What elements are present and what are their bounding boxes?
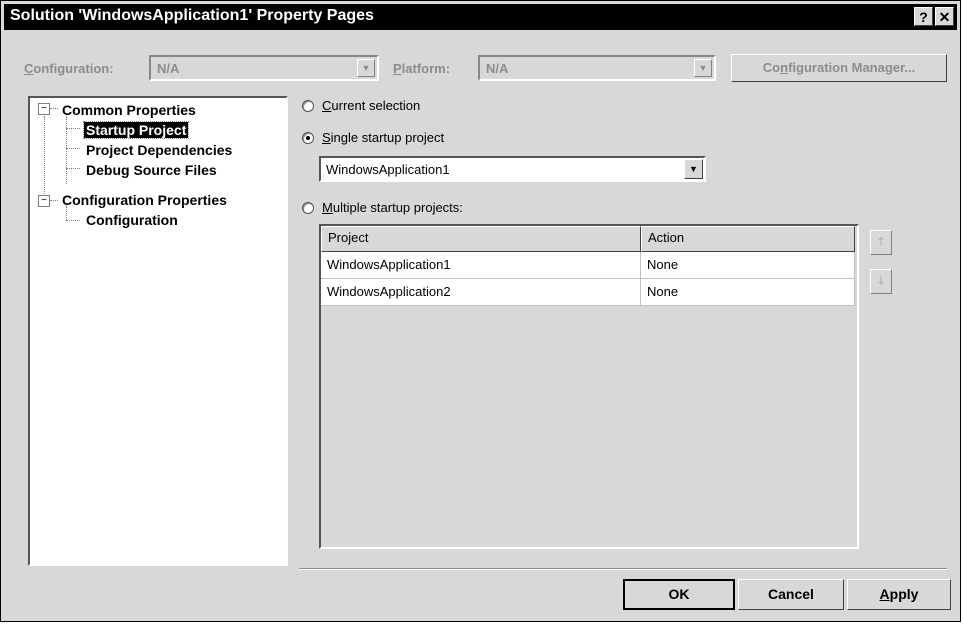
tree-connector: [66, 148, 80, 149]
tree-connector: [66, 220, 80, 221]
platform-label: Platform:: [393, 61, 451, 76]
apply-button[interactable]: Apply: [847, 579, 951, 610]
tree-item-startup-project[interactable]: Startup Project: [82, 120, 190, 140]
chevron-down-icon: ▼: [357, 59, 375, 77]
table-row[interactable]: WindowsApplication2 None: [321, 279, 855, 306]
multiple-startup-option[interactable]: Multiple startup projects:: [302, 200, 463, 215]
tree-item-common-properties[interactable]: Common Properties: [62, 100, 196, 120]
radio-single-startup[interactable]: [302, 132, 314, 144]
single-startup-option[interactable]: Single startup project: [302, 130, 444, 145]
move-down-button[interactable]: 🡓: [870, 269, 892, 294]
configuration-manager-button[interactable]: Configuration Manager...: [731, 54, 947, 82]
tree-connector: [66, 168, 80, 169]
startup-project-dropdown[interactable]: WindowsApplication1 ▼: [319, 156, 706, 182]
chevron-down-icon: ▼: [694, 59, 712, 77]
move-up-button[interactable]: 🡑: [870, 230, 892, 255]
tree-connector: [44, 116, 45, 200]
property-pages-dialog: Solution 'WindowsApplication1' Property …: [0, 0, 961, 622]
configuration-dropdown[interactable]: N/A ▼: [149, 55, 379, 81]
divider: [299, 568, 947, 570]
tree-item-configuration[interactable]: Configuration: [86, 210, 178, 230]
help-button[interactable]: ?: [914, 7, 933, 26]
cancel-button[interactable]: Cancel: [738, 579, 844, 610]
current-selection-option[interactable]: Current selection: [302, 98, 420, 113]
tree-connector: [50, 108, 58, 109]
project-cell: WindowsApplication2: [321, 279, 641, 306]
configuration-value: N/A: [157, 61, 180, 76]
tree-connector: [66, 116, 67, 184]
chevron-down-icon[interactable]: ▼: [684, 159, 703, 179]
tree-item-label: Startup Project: [82, 121, 190, 139]
action-cell[interactable]: None: [641, 252, 855, 279]
arrow-down-icon: 🡓: [878, 275, 884, 287]
platform-dropdown[interactable]: N/A ▼: [478, 55, 716, 81]
project-cell: WindowsApplication1: [321, 252, 641, 279]
property-tree[interactable]: − Common Properties Startup Project Proj…: [28, 96, 288, 566]
startup-project-value: WindowsApplication1: [326, 162, 450, 177]
ok-button[interactable]: OK: [623, 579, 735, 610]
close-button[interactable]: ✕: [935, 7, 954, 26]
tree-item-debug-source-files[interactable]: Debug Source Files: [86, 160, 217, 180]
startup-projects-grid: Project Action WindowsApplication1 None …: [319, 224, 859, 549]
configuration-label-rest: onfiguration:: [33, 61, 114, 76]
action-cell[interactable]: None: [641, 279, 855, 306]
radio-current-selection[interactable]: [302, 100, 314, 112]
collapse-icon[interactable]: −: [38, 103, 50, 115]
platform-value: N/A: [486, 61, 509, 76]
title-bar: Solution 'WindowsApplication1' Property …: [4, 4, 957, 30]
collapse-icon[interactable]: −: [38, 195, 50, 207]
tree-item-project-dependencies[interactable]: Project Dependencies: [86, 140, 232, 160]
window-title: Solution 'WindowsApplication1' Property …: [10, 7, 374, 24]
arrow-up-icon: 🡑: [878, 236, 884, 248]
tree-item-configuration-properties[interactable]: Configuration Properties: [62, 190, 227, 210]
table-row[interactable]: WindowsApplication1 None: [321, 252, 855, 279]
configuration-label: Configuration:: [24, 61, 114, 76]
column-header-action[interactable]: Action: [641, 226, 855, 252]
column-header-project[interactable]: Project: [321, 226, 641, 252]
radio-multiple-startup[interactable]: [302, 202, 314, 214]
tree-connector: [66, 128, 80, 129]
tree-connector: [50, 200, 58, 201]
